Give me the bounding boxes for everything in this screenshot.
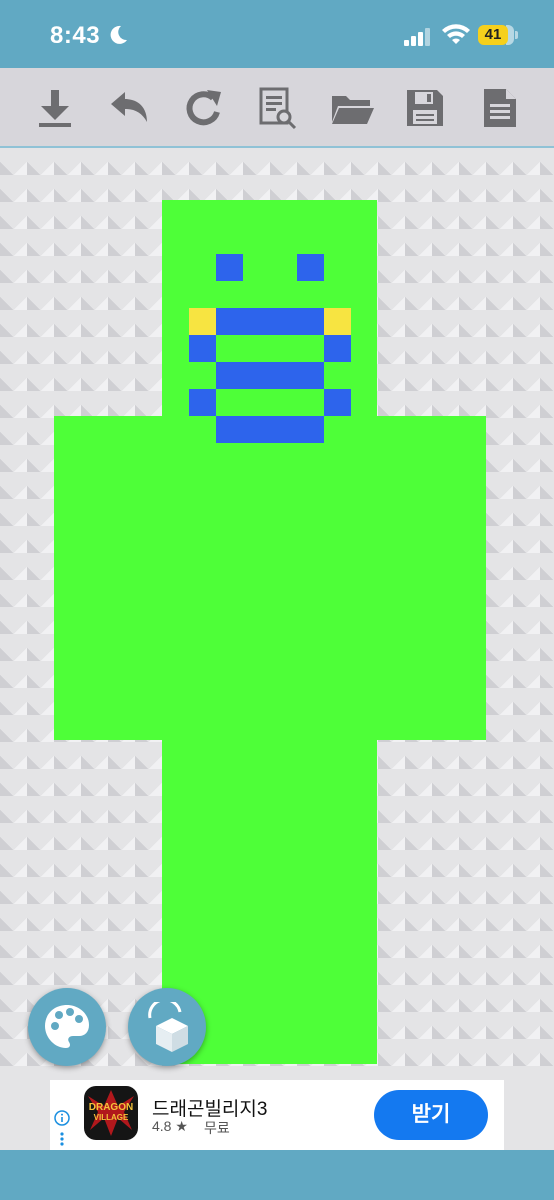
skin-left-eye[interactable] [216,254,243,281]
download-button[interactable] [33,86,77,130]
battery-level: 41 [478,25,508,45]
signal-icon [404,28,430,46]
skin-mouth-corner-left[interactable] [189,308,216,335]
palette-button[interactable] [28,988,106,1066]
bottom-bar [0,1150,554,1200]
save-button[interactable] [403,86,447,130]
svg-text:VILLAGE: VILLAGE [94,1113,129,1122]
new-document-button[interactable] [478,86,522,130]
get-button[interactable]: 받기 [374,1090,488,1140]
skin-mouth-corner-right[interactable] [324,308,351,335]
moon-icon [110,25,127,44]
skin-mouth-side-left[interactable] [189,335,216,362]
3d-view-button[interactable] [128,988,206,1066]
toolbar [0,68,554,148]
ad-price: 무료 [204,1120,230,1136]
skin-mouth-row[interactable] [216,308,324,335]
battery-nub [515,31,518,39]
skin-mouth-row[interactable] [216,416,324,443]
skin-mouth-side-right[interactable] [324,335,351,362]
dragon-village-logo: DRAGON VILLAGE [88,1090,134,1136]
skin-mouth-row[interactable] [216,362,324,389]
skin-torso-arms[interactable] [54,416,486,740]
more-options-icon[interactable] [60,1132,64,1146]
cube-icon [148,1002,188,1052]
document-icon [484,89,516,127]
undo-icon [111,92,147,122]
undo-button[interactable] [107,86,151,130]
svg-text:DRAGON: DRAGON [89,1102,133,1113]
skin-mouth-side-right[interactable] [324,389,351,416]
skin-mouth-side-left[interactable] [189,389,216,416]
redo-button[interactable] [181,86,225,130]
save-icon [407,90,443,126]
battery-icon: 41 [478,25,518,45]
skin-right-eye[interactable] [297,254,324,281]
download-icon [39,90,71,127]
palette-icon [45,1005,89,1048]
skin-canvas[interactable] [0,148,554,1080]
ad-area: DRAGON VILLAGE 드래곤빌리지3 4.8 ★ 무료 받기 [0,1080,554,1150]
status-bar: 8:43 41 [0,0,554,68]
preview-button[interactable] [255,86,299,130]
status-time: 8:43 [50,22,101,49]
ad-title[interactable]: 드래곤빌리지3 [152,1094,267,1121]
folder-icon [332,96,374,124]
ad-rating: 4.8 ★ [152,1118,188,1134]
info-icon[interactable] [54,1110,70,1126]
preview-icon [259,87,297,130]
ad-app-icon[interactable]: DRAGON VILLAGE [84,1086,138,1140]
redo-icon [186,90,221,126]
wifi-icon [442,24,470,44]
open-folder-button[interactable] [330,86,374,130]
ad-banner[interactable]: DRAGON VILLAGE 드래곤빌리지3 4.8 ★ 무료 받기 [50,1080,504,1150]
